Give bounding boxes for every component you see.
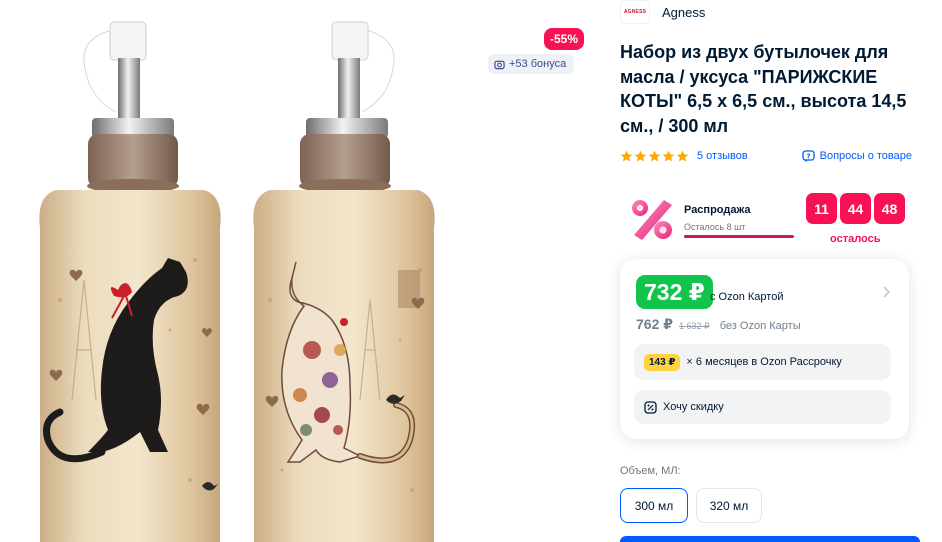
rating-row: 5 отзывов ? Вопросы о товаре xyxy=(620,148,912,164)
volume-option-300[interactable]: 300 мл xyxy=(620,488,688,523)
brand-name[interactable]: Agness xyxy=(662,5,705,20)
timer-seconds: 48 xyxy=(874,193,905,224)
sale-remaining: Осталось 8 шт xyxy=(684,222,746,232)
star-icon xyxy=(662,150,675,161)
price-card: 732 ₽ с Ozon Картой 762 ₽ 1 632 ₽ без Oz… xyxy=(620,259,909,439)
rating-stars[interactable] xyxy=(620,150,689,163)
sale-timer: 11 44 48 xyxy=(806,193,905,224)
timer-label: осталось xyxy=(830,233,881,245)
star-icon xyxy=(620,150,633,161)
svg-text:?: ? xyxy=(806,152,810,160)
star-icon xyxy=(648,150,661,161)
card-price[interactable]: 732 ₽ xyxy=(636,275,713,309)
installment-text: × 6 месяцев в Ozon Рассрочку xyxy=(686,356,842,368)
percent-icon xyxy=(632,200,672,240)
reviews-link[interactable]: 5 отзывов xyxy=(697,150,748,162)
installment-offer[interactable]: 143 ₽ × 6 месяцев в Ozon Рассрочку xyxy=(634,344,891,380)
want-discount-button[interactable]: Хочу скидку xyxy=(634,390,891,424)
regular-price: 762 ₽ xyxy=(636,316,673,332)
bonus-badge[interactable]: +53 бонуса xyxy=(488,54,575,74)
sale-progress-bar xyxy=(684,235,794,238)
timer-minutes: 44 xyxy=(840,193,871,224)
add-to-cart-button[interactable] xyxy=(620,536,920,542)
brand-logo: AGNESS xyxy=(620,0,650,24)
sale-progress-fill xyxy=(684,235,794,238)
regular-price-row: 762 ₽ 1 632 ₽ без Ozon Карты xyxy=(636,316,801,333)
old-price: 1 632 ₽ xyxy=(679,321,710,331)
card-price-label: с Ozon Картой xyxy=(710,291,784,303)
product-gallery: -55% +53 бонуса xyxy=(0,0,600,542)
product-title: Набор из двух бутылочек для масла / уксу… xyxy=(620,42,907,136)
timer-hours: 11 xyxy=(806,193,837,224)
bonus-text: +53 бонуса xyxy=(509,58,567,70)
discount-tag-icon xyxy=(644,400,657,414)
volume-label: Объем, МЛ: xyxy=(620,465,681,477)
chevron-right-icon[interactable] xyxy=(882,286,891,298)
discount-badge: -55% xyxy=(544,28,585,50)
regular-price-label: без Ozon Карты xyxy=(719,320,801,332)
question-bubble-icon: ? xyxy=(801,149,815,162)
camera-icon xyxy=(494,59,505,70)
questions-label: Вопросы о товаре xyxy=(819,150,912,162)
want-discount-label: Хочу скидку xyxy=(663,401,724,413)
star-icon xyxy=(676,150,689,161)
brand-row[interactable]: AGNESS Agness xyxy=(620,0,705,24)
sale-title: Распродажа xyxy=(684,204,751,216)
questions-link[interactable]: ? Вопросы о товаре xyxy=(801,149,912,163)
volume-option-320[interactable]: 320 мл xyxy=(696,488,762,523)
installment-amount: 143 ₽ xyxy=(644,353,681,371)
star-icon xyxy=(634,150,647,161)
product-image[interactable] xyxy=(0,0,480,542)
